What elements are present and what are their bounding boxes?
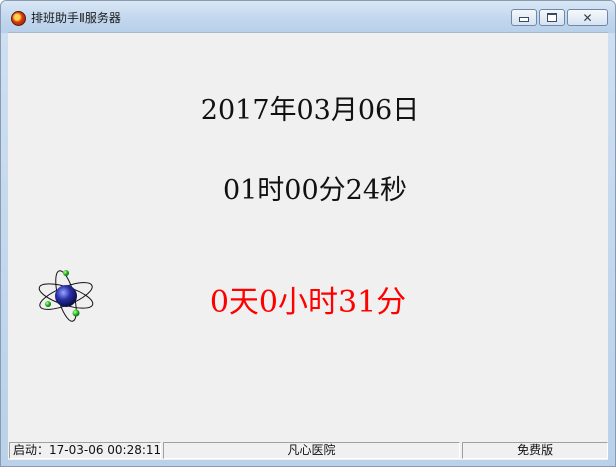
close-button[interactable]: ✕ — [567, 9, 608, 26]
current-date: 2017年03月06日 — [200, 95, 420, 126]
title-bar[interactable]: 排班助手Ⅱ服务器 ✕ — [1, 1, 615, 33]
close-icon: ✕ — [582, 10, 593, 25]
window-title: 排班助手Ⅱ服务器 — [31, 11, 121, 25]
caption-buttons: ✕ — [509, 9, 608, 27]
status-bar: 启动：17-03-06 00:28:11 凡心医院 免费版 — [8, 441, 609, 460]
uptime-display: 0天0小时31分 — [209, 285, 407, 320]
status-start-time: 启动：17-03-06 00:28:11 — [9, 442, 161, 459]
current-time: 01时00分24秒 — [222, 175, 408, 206]
maximize-button[interactable] — [539, 9, 565, 26]
status-hospital-name: 凡心医院 — [162, 442, 461, 459]
main-panel: 2017年03月06日 01时00分24秒 0天0小时31分 — [8, 32, 608, 442]
minimize-icon — [519, 17, 529, 22]
maximize-icon — [547, 13, 557, 22]
app-window: 排班助手Ⅱ服务器 ✕ 2017年03月06日 01时00分24秒 0天0小时31… — [0, 0, 616, 467]
app-logo-icon[interactable] — [11, 11, 26, 26]
minimize-button[interactable] — [511, 9, 537, 26]
status-edition: 免费版 — [462, 442, 609, 459]
